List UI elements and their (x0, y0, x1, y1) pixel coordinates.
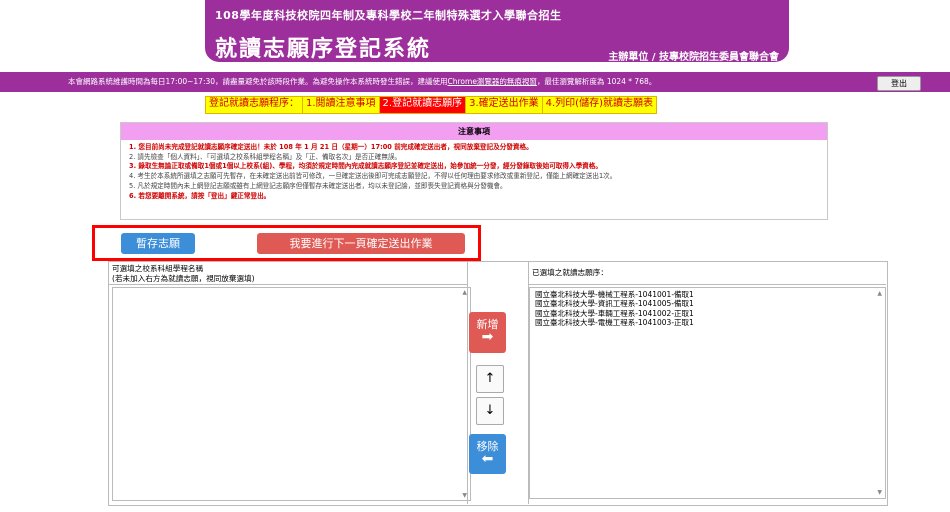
move-down-button[interactable]: ↓ (476, 397, 504, 425)
logout-button[interactable]: 登出 (877, 76, 921, 91)
save-preferences-button[interactable]: 暫存志願 (121, 233, 195, 254)
available-list-header: 可選填之校系科組學程名稱 (若未加入右方為就讀志願，視同放棄選填) (108, 261, 467, 285)
scroll-down-icon[interactable]: ▼ (877, 488, 882, 497)
step-read-notes[interactable]: 1.閱讀注意事項 (303, 97, 380, 113)
list-item[interactable]: 國立臺北科技大學-電機工程系-1041003-正取1 (535, 318, 885, 327)
add-button[interactable]: 新增 ➡ (469, 312, 506, 353)
steps-label: 登記就讀志願程序： (206, 97, 303, 113)
available-list-note: (若未加入右方為就讀志願，視同放棄選填) (112, 274, 255, 283)
notice-text-before: 本會網路系統維護時間為每日17:00~17:30，請盡量避免於該時段作業。為避免… (68, 77, 448, 86)
note-item: 5. 凡於規定時間內未上網登記志願或雖有上網登記志願序但僅暫存未確定送出者，均以… (129, 181, 507, 190)
step-progress: 登記就讀志願程序： 1.閱讀注意事項 2.登記就讀志願序 3.確定送出作業 4.… (205, 96, 657, 114)
selected-preferences-list[interactable]: 國立臺北科技大學-機械工程系-1041001-備取1 國立臺北科技大學-資訊工程… (529, 287, 886, 499)
notice-bar: 本會網路系統維護時間為每日17:00~17:30，請盡量避免於該時段作業。為避免… (0, 72, 950, 92)
list-item[interactable]: 國立臺北科技大學-資訊工程系-1041005-備取1 (535, 299, 885, 308)
note-item: 2. 請先檢查「個人資料」、「可選填之校系科組學程名稱」及「正、備取名次」是否正… (129, 152, 402, 161)
arrow-up-icon: ↑ (484, 371, 496, 386)
selected-list-header: 已選填之就讀志願序： (528, 261, 886, 285)
header-banner: 108學年度科技校院四年制及專科學校二年制特殊選才入學聯合招生 就讀志願序登記系… (205, 0, 789, 63)
organizer-label: 主辦單位 / 技專校院招生委員會聯合會 (608, 52, 779, 63)
note-item: 6. 若您要離開系統，請按「登出」鍵正常登出。 (129, 191, 271, 200)
notes-header: 注意事項 (121, 123, 827, 140)
scroll-up-icon[interactable]: ▲ (877, 289, 882, 298)
notes-list: 1. 您目前尚未完成登記就讀志願序確定送出！未於 108 年 1 月 21 日（… (121, 140, 827, 201)
chrome-link[interactable]: Chrome瀏覽器的無痕視窗 (448, 77, 537, 86)
step-print-form[interactable]: 4.列印(儲存)就讀志願表 (542, 97, 656, 113)
step-register-preferences[interactable]: 2.登記就讀志願序 (379, 97, 467, 113)
step-confirm-submit[interactable]: 3.確定送出作業 (466, 97, 543, 113)
list-item[interactable]: 國立臺北科技大學-車輛工程系-1041002-正取1 (535, 309, 885, 318)
header-subtitle: 108學年度科技校院四年制及專科學校二年制特殊選才入學聯合招生 (215, 9, 562, 22)
note-item: 1. 您目前尚未完成登記就讀志願序確定送出！未於 108 年 1 月 21 日（… (129, 143, 533, 151)
available-programs-list[interactable]: ▲ ▼ (112, 287, 471, 501)
notice-text-after: ，最佳瀏覽解析度為 1024 * 768。 (536, 77, 657, 86)
move-up-button[interactable]: ↑ (476, 365, 504, 393)
arrow-right-icon: ➡ (481, 329, 494, 345)
available-list-title: 可選填之校系科組學程名稱 (112, 264, 204, 273)
notice-text: 本會網路系統維護時間為每日17:00~17:30，請盡量避免於該時段作業。為避免… (68, 72, 656, 92)
remove-button[interactable]: 移除 ⬅ (469, 434, 506, 474)
list-item[interactable]: 國立臺北科技大學-機械工程系-1041001-備取1 (535, 290, 885, 299)
arrow-down-icon: ↓ (484, 403, 496, 418)
notes-box: 注意事項 1. 您目前尚未完成登記就讀志願序確定送出！未於 108 年 1 月 … (120, 122, 828, 220)
arrow-left-icon: ⬅ (481, 451, 494, 467)
note-item: 4. 考生於本系統所選填之志願可先暫存，在未確定送出前皆可修改，一旦確定送出後即… (129, 172, 617, 181)
next-confirm-button[interactable]: 我要進行下一頁確定送出作業 (257, 233, 465, 254)
note-item: 3. 錄取生無論正取或備取1個或1個以上校系(組)、學程，均須於規定時間內完成就… (129, 162, 602, 171)
page-title: 就讀志願序登記系統 (215, 37, 432, 62)
